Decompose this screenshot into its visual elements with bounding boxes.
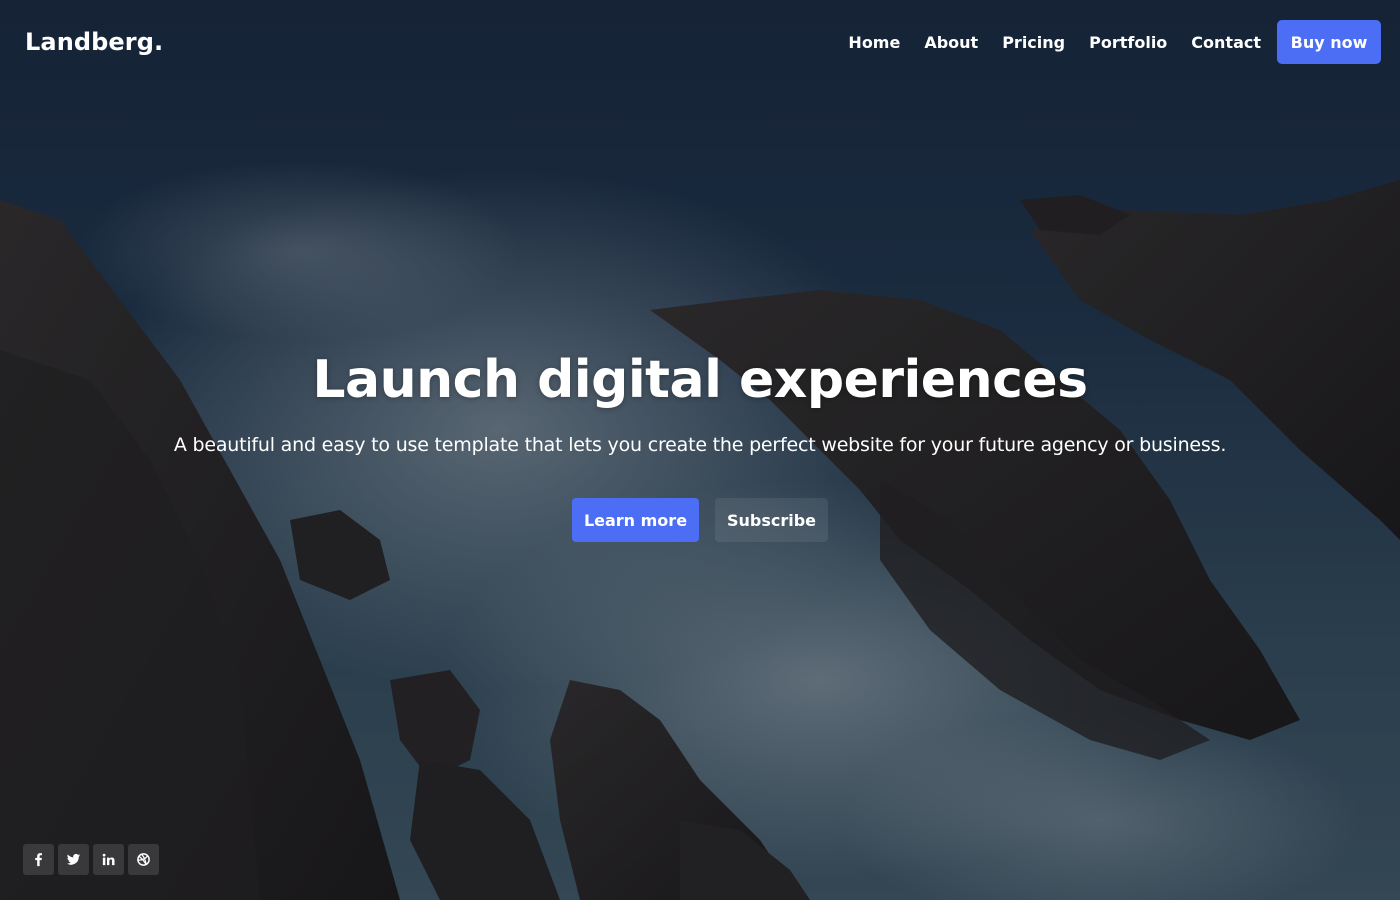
brand-logo[interactable]: Landberg. <box>25 28 163 56</box>
buy-now-button[interactable]: Buy now <box>1277 20 1381 64</box>
facebook-icon[interactable] <box>23 844 54 875</box>
main-nav: Home About Pricing Portfolio Contact Buy… <box>848 20 1381 64</box>
nav-link-portfolio[interactable]: Portfolio <box>1089 33 1167 52</box>
hero-subtitle: A beautiful and easy to use template tha… <box>173 434 1227 456</box>
hero-buttons: Learn more Subscribe <box>0 498 1400 542</box>
subscribe-button[interactable]: Subscribe <box>715 498 828 542</box>
nav-link-about[interactable]: About <box>924 33 978 52</box>
nav-link-contact[interactable]: Contact <box>1191 33 1261 52</box>
dribbble-icon[interactable] <box>128 844 159 875</box>
social-links <box>23 844 159 875</box>
linkedin-icon[interactable] <box>93 844 124 875</box>
hero-content: Launch digital experiences A beautiful a… <box>0 350 1400 542</box>
learn-more-button[interactable]: Learn more <box>572 498 699 542</box>
navbar: Landberg. Home About Pricing Portfolio C… <box>0 0 1400 84</box>
nav-link-home[interactable]: Home <box>848 33 900 52</box>
hero-title: Launch digital experiences <box>312 350 1088 410</box>
nav-link-pricing[interactable]: Pricing <box>1002 33 1065 52</box>
twitter-icon[interactable] <box>58 844 89 875</box>
